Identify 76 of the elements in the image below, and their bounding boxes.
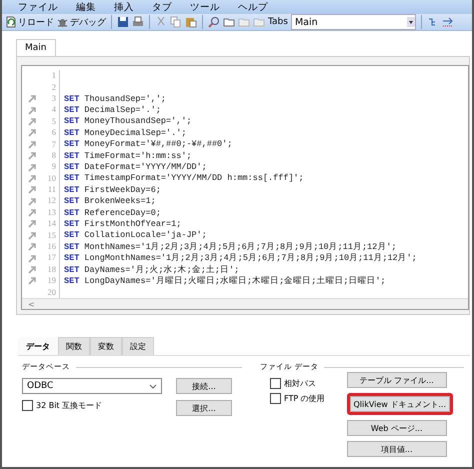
dialog-button[interactable]: 接続... — [176, 378, 232, 394]
line-number: 18 — [42, 264, 60, 276]
reload-button[interactable]: リロード — [6, 16, 54, 29]
line-number: 16 — [42, 241, 60, 252]
reload-icon — [6, 16, 16, 28]
code-line: SET LongDayNames='月曜日;火曜日;水曜日;木曜日;金曜日;土曜日;日曜日'; — [63, 274, 386, 287]
arrow-icon[interactable] — [442, 16, 454, 28]
code-line: SET ReferenceDay=0; — [63, 208, 161, 218]
panel-tab[interactable]: 変数 — [90, 337, 122, 355]
chevron-icon — [149, 384, 157, 388]
line-number: 8 — [42, 150, 60, 162]
caret-icon — [406, 17, 415, 28]
code-line: SET FirstMonthOfYear=1; — [63, 218, 182, 229]
line-number: 2 — [42, 82, 60, 93]
checkbox[interactable] — [270, 393, 281, 404]
code-line: SET MoneyDecimalSep='.'; — [63, 128, 186, 138]
menu-item[interactable]: 編集 — [76, 0, 96, 14]
search-icon[interactable] — [208, 16, 220, 28]
line-number: 7 — [42, 138, 60, 150]
bug-icon — [57, 16, 68, 28]
tabs-label: Tabs — [268, 17, 288, 28]
paste-icon[interactable] — [185, 16, 197, 28]
code-line: SET TimestampFormat='YYYY/MM/DD h:mm:ss[.fff]'; — [63, 173, 304, 184]
code-line: SET FirstWeekDay=6; — [63, 184, 161, 195]
save-icon[interactable] — [117, 16, 129, 28]
checkbox-label: 32 Bit 互換モード — [36, 400, 102, 411]
line-number: 6 — [42, 127, 60, 139]
line-number: 5 — [42, 116, 60, 128]
line-number: 1 — [42, 70, 60, 82]
dialog-button[interactable]: 選択... — [176, 400, 232, 416]
line-number: 4 — [42, 104, 60, 116]
line-number: 19 — [42, 275, 60, 287]
code-line: SET LongMonthNames='1月;2月;3月;4月;5月;6月;7月;8月;9月;10月;11月;12月'; — [63, 252, 417, 264]
line-number: 13 — [42, 206, 60, 218]
checkbox[interactable] — [270, 378, 281, 389]
dialog-button[interactable]: QlikView ドキュメント... — [350, 396, 450, 412]
code-line: SET BrokenWeeks=1; — [63, 196, 156, 206]
checkbox-label: FTP の使用 — [284, 393, 325, 404]
dialog-button[interactable]: Web ページ... — [346, 420, 447, 436]
code-line: SET TimeFormat='h:mm:ss'; — [63, 150, 192, 161]
code-line: SET MoneyFormat='¥#,##0;-¥#,##0'; — [63, 139, 232, 150]
menu-item[interactable]: ツール — [190, 0, 220, 14]
menu-item[interactable]: タブ — [152, 0, 172, 14]
line-number: 15 — [42, 230, 60, 242]
panel-tab[interactable]: データ — [18, 337, 58, 355]
checkbox-label: 相対パス — [284, 378, 316, 389]
code-line: SET DayNames='月;火;水;木;金;土;日'; — [63, 264, 240, 276]
code-line: SET ThousandSep=','; — [63, 94, 166, 104]
menu-item[interactable]: 挿入 — [114, 0, 134, 14]
menu-item[interactable]: ファイル — [18, 0, 58, 14]
line-number: 12 — [42, 195, 60, 207]
line-number: 14 — [42, 218, 60, 230]
line-number: 10 — [42, 172, 60, 184]
line-number: 9 — [42, 161, 60, 173]
panel-tab[interactable]: 設定 — [122, 337, 154, 355]
checkbox[interactable] — [22, 400, 33, 411]
panel-tab[interactable]: 関数 — [58, 337, 90, 355]
code-line: SET DateFormat='YYYY/MM/DD'; — [63, 162, 207, 172]
code-line: SET MoneyThousandSep=','; — [63, 116, 192, 126]
line-number: 3 — [42, 92, 60, 104]
print-icon[interactable] — [132, 16, 144, 28]
tabs-dropdown[interactable]: Main — [290, 14, 416, 30]
code-line: SET MonthNames='1月;2月;3月;4月;5月;6月;7月;8月;9月;10月;11月;12月'; — [63, 240, 396, 253]
copy-icon[interactable] — [170, 16, 182, 28]
debug-button[interactable]: デバッグ — [57, 16, 106, 29]
folder-icon[interactable] — [223, 16, 235, 28]
dialog-button[interactable]: 項目値... — [346, 441, 447, 457]
code-line: SET DecimalSep='.'; — [63, 105, 161, 116]
database-select[interactable]: ODBC — [22, 378, 162, 394]
script-editor[interactable] — [21, 65, 469, 310]
code-line: SET CollationLocale='ja-JP'; — [63, 230, 207, 240]
menu-item[interactable]: ヘルプ — [238, 0, 268, 14]
line-number: 11 — [42, 184, 60, 196]
script-tab[interactable]: Main — [16, 39, 56, 56]
dialog-button[interactable]: テーブル ファイル... — [346, 372, 447, 388]
line-number: 17 — [42, 252, 60, 264]
